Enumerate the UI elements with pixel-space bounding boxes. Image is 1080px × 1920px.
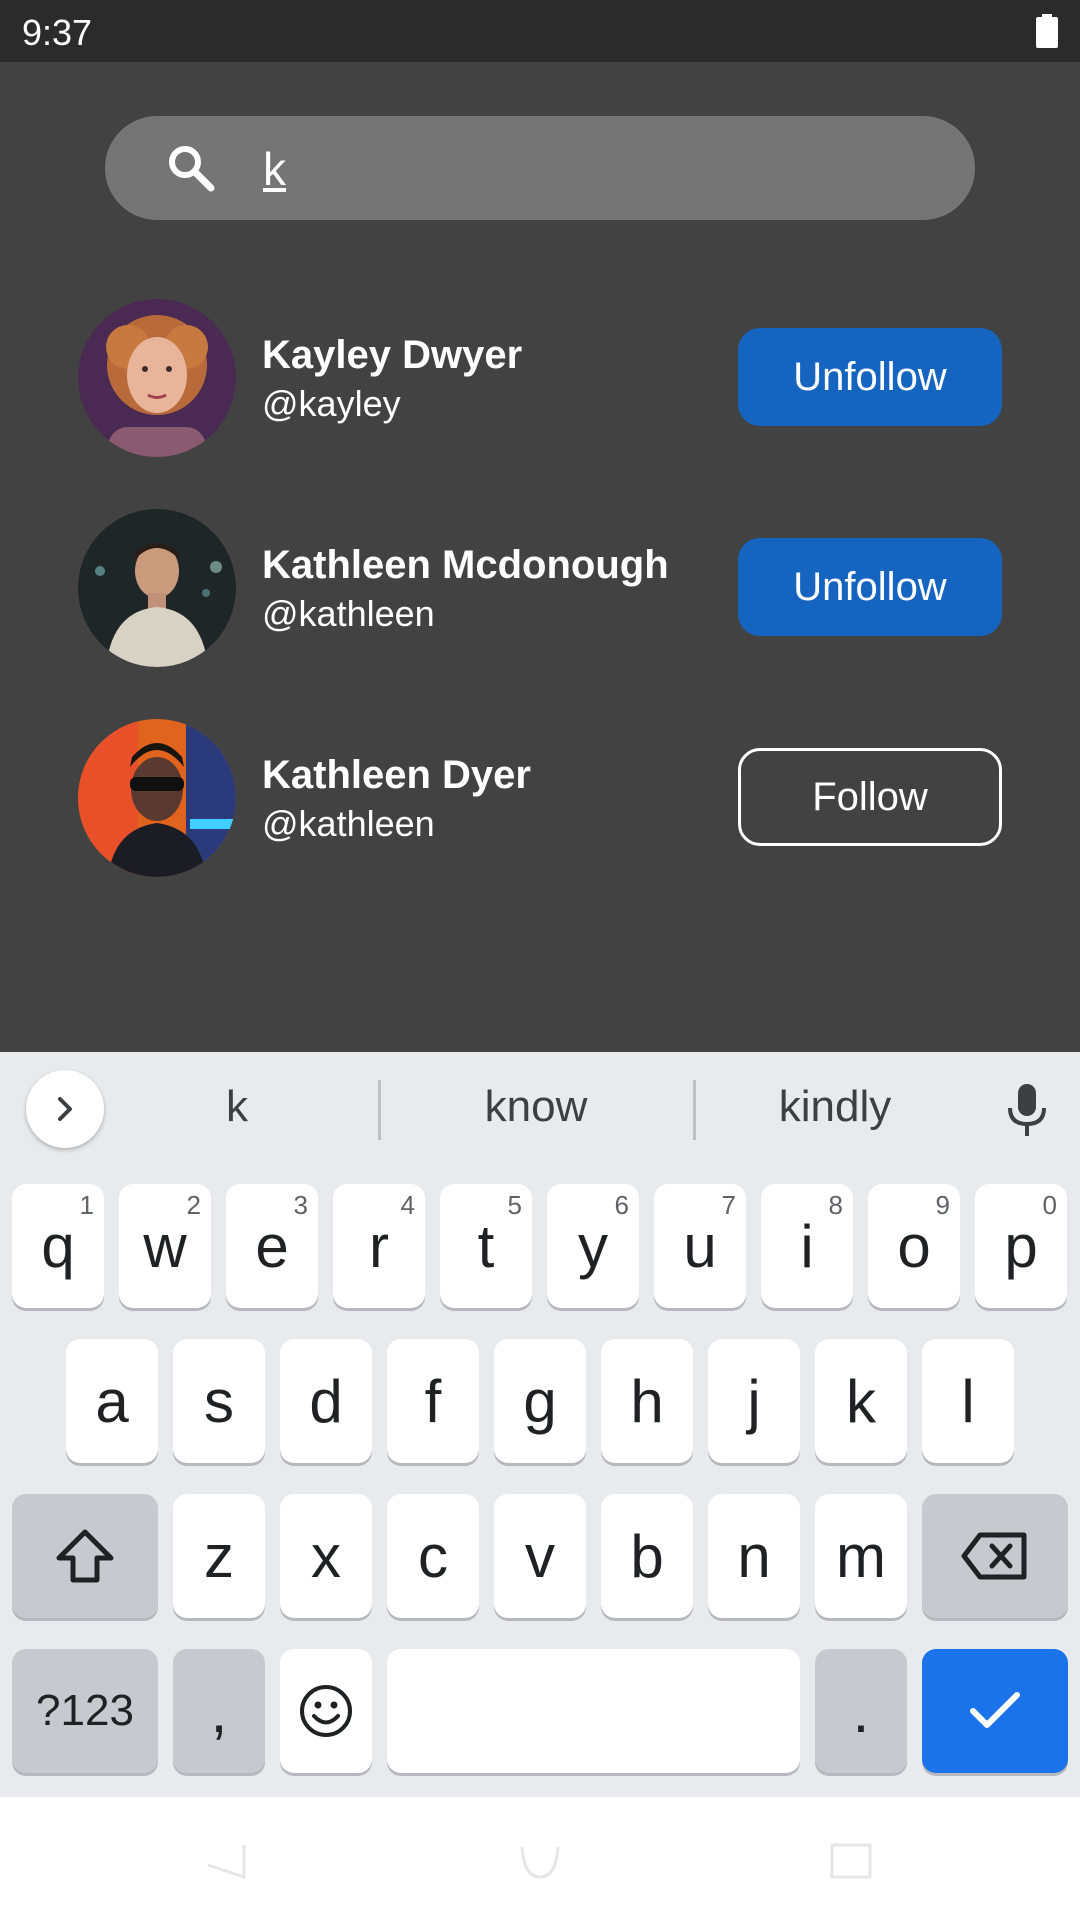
key[interactable]: a <box>66 1339 158 1463</box>
key[interactable]: z <box>173 1494 265 1618</box>
keyboard: k know kindly q1 w2 e3 r4 t5 y6 u7 i8 o9… <box>0 1052 1080 1797</box>
emoji-key[interactable] <box>280 1649 372 1773</box>
enter-key[interactable] <box>922 1649 1068 1773</box>
suggestion-item[interactable]: know <box>386 1082 686 1132</box>
key[interactable]: t5 <box>440 1184 532 1308</box>
comma-key[interactable]: , <box>173 1649 265 1773</box>
key[interactable]: s <box>173 1339 265 1463</box>
battery-icon <box>1036 14 1058 48</box>
space-key[interactable] <box>387 1649 800 1773</box>
status-time: 9:37 <box>22 12 93 53</box>
emoji-icon <box>300 1685 352 1737</box>
key[interactable]: h <box>601 1339 693 1463</box>
key[interactable]: v <box>494 1494 586 1618</box>
backspace-key[interactable] <box>922 1494 1068 1618</box>
key[interactable]: e3 <box>226 1184 318 1308</box>
user-name: Kathleen Dyer <box>262 753 531 797</box>
screen: 9:37 Kayley Dwyer <box>0 0 1080 1920</box>
user-handle: @kayley <box>262 383 401 424</box>
follow-button[interactable]: Follow <box>738 748 1002 846</box>
suggestion-item[interactable]: k <box>87 1082 387 1132</box>
recents-icon[interactable] <box>830 1843 872 1879</box>
key[interactable]: b <box>601 1494 693 1618</box>
key[interactable]: l <box>922 1339 1014 1463</box>
avatar[interactable] <box>78 509 236 667</box>
chevron-right-icon <box>58 1097 72 1121</box>
avatar[interactable] <box>78 299 236 457</box>
key[interactable]: n <box>708 1494 800 1618</box>
suggestion-divider <box>378 1080 381 1140</box>
suggestion-item[interactable]: kindly <box>685 1082 985 1132</box>
key[interactable]: w2 <box>119 1184 211 1308</box>
backspace-icon <box>961 1532 1027 1580</box>
user-row: Kathleen Dyer @kathleen Follow <box>0 719 1080 879</box>
key[interactable]: d <box>280 1339 372 1463</box>
unfollow-button[interactable]: Unfollow <box>738 538 1002 636</box>
key[interactable]: o9 <box>868 1184 960 1308</box>
mic-icon[interactable] <box>1004 1082 1050 1138</box>
search-bar[interactable] <box>105 116 975 220</box>
key[interactable]: i8 <box>761 1184 853 1308</box>
shift-icon <box>56 1529 114 1583</box>
key[interactable]: p0 <box>975 1184 1067 1308</box>
key[interactable]: c <box>387 1494 479 1618</box>
period-key[interactable]: . <box>815 1649 907 1773</box>
shift-key[interactable] <box>12 1494 158 1618</box>
back-icon[interactable] <box>204 1843 246 1879</box>
key[interactable]: k <box>815 1339 907 1463</box>
home-icon[interactable] <box>520 1843 560 1879</box>
checkmark-icon <box>970 1692 1020 1728</box>
key[interactable]: m <box>815 1494 907 1618</box>
avatar[interactable] <box>78 719 236 877</box>
key[interactable]: u7 <box>654 1184 746 1308</box>
navigation-bar <box>0 1797 1080 1920</box>
user-name: Kathleen Mcdonough <box>262 543 669 587</box>
key[interactable]: j <box>708 1339 800 1463</box>
key[interactable]: y6 <box>547 1184 639 1308</box>
key[interactable]: f <box>387 1339 479 1463</box>
user-name: Kayley Dwyer <box>262 333 523 377</box>
user-handle: @kathleen <box>262 593 435 634</box>
search-input[interactable] <box>263 136 923 202</box>
key[interactable]: q1 <box>12 1184 104 1308</box>
suggestion-bar: k know kindly <box>0 1052 1080 1168</box>
unfollow-button[interactable]: Unfollow <box>738 328 1002 426</box>
user-row: Kathleen Mcdonough @kathleen Unfollow <box>0 509 1080 669</box>
key[interactable]: g <box>494 1339 586 1463</box>
key[interactable]: x <box>280 1494 372 1618</box>
user-row: Kayley Dwyer @kayley Unfollow <box>0 299 1080 459</box>
key[interactable]: r4 <box>333 1184 425 1308</box>
user-handle: @kathleen <box>262 803 435 844</box>
symbols-key[interactable]: ?123 <box>12 1649 158 1773</box>
status-bar: 9:37 <box>0 0 1080 62</box>
search-icon <box>169 146 215 192</box>
